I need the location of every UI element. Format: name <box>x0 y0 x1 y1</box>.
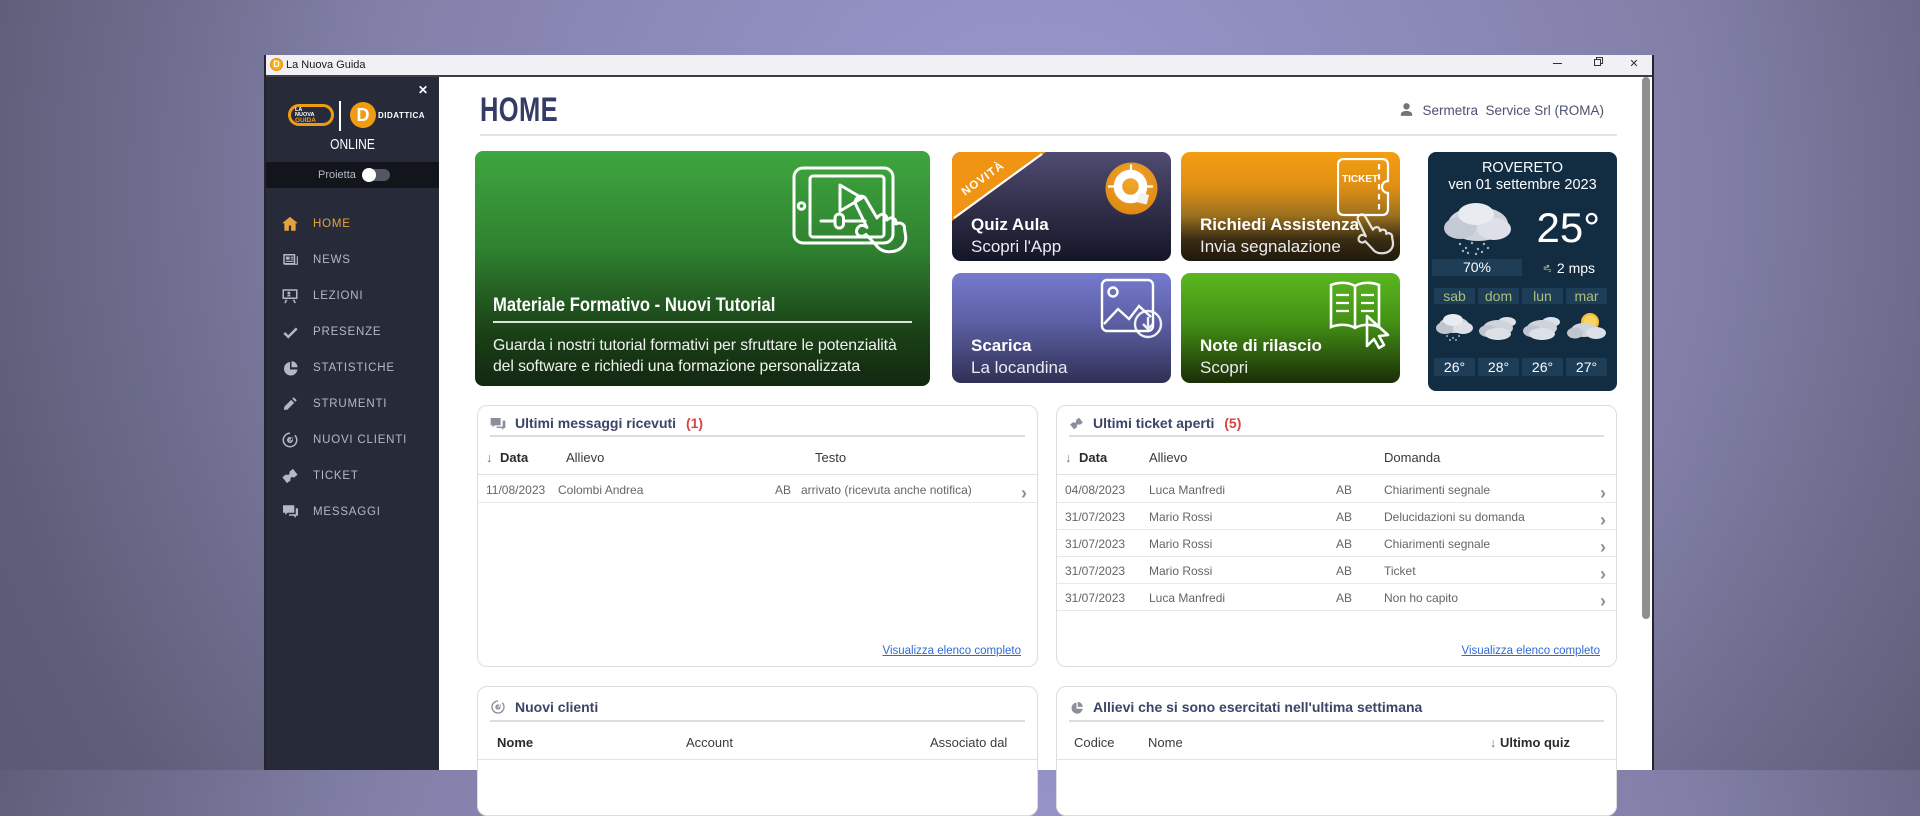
svg-text:TICKET: TICKET <box>1342 174 1378 185</box>
